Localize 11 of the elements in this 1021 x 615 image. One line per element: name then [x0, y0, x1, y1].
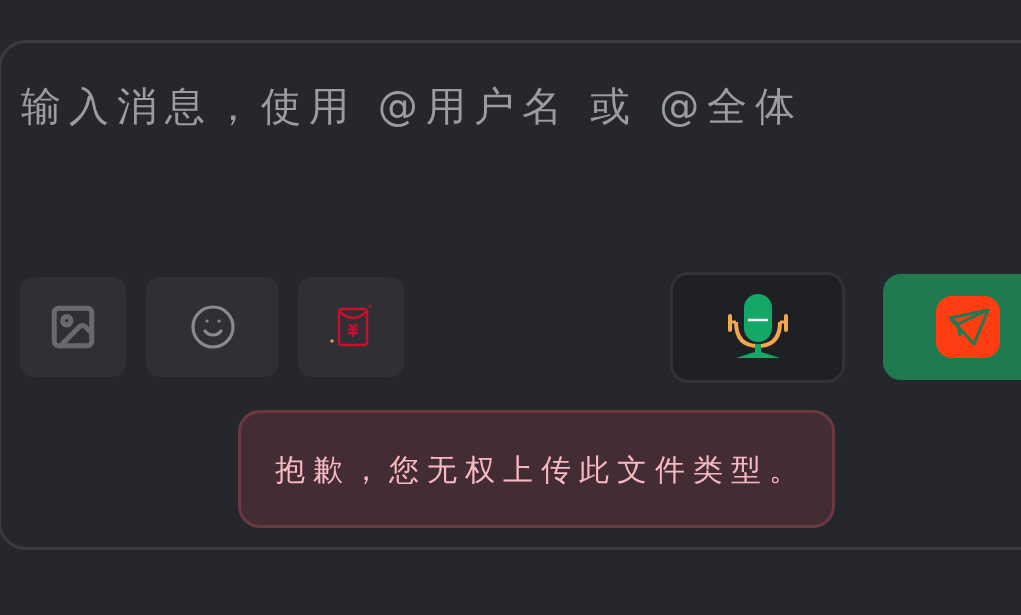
message-input[interactable]: 输入消息，使用 @用户名 或 @全体: [17, 76, 917, 272]
money-envelope-button[interactable]: [298, 277, 404, 377]
image-button[interactable]: [20, 277, 126, 377]
emoji-button[interactable]: [146, 277, 279, 377]
smile-icon: [188, 303, 237, 351]
microphone-icon: [725, 294, 790, 360]
toast-message: 抱歉，您无权上传此文件类型。: [275, 450, 807, 489]
message-composer[interactable]: 输入消息，使用 @用户名 或 @全体 抱歉，您无权上传此文件类型。: [0, 40, 1021, 550]
voice-button[interactable]: [670, 271, 845, 383]
send-button[interactable]: [883, 274, 1021, 380]
paper-plane-icon: [936, 296, 1000, 358]
